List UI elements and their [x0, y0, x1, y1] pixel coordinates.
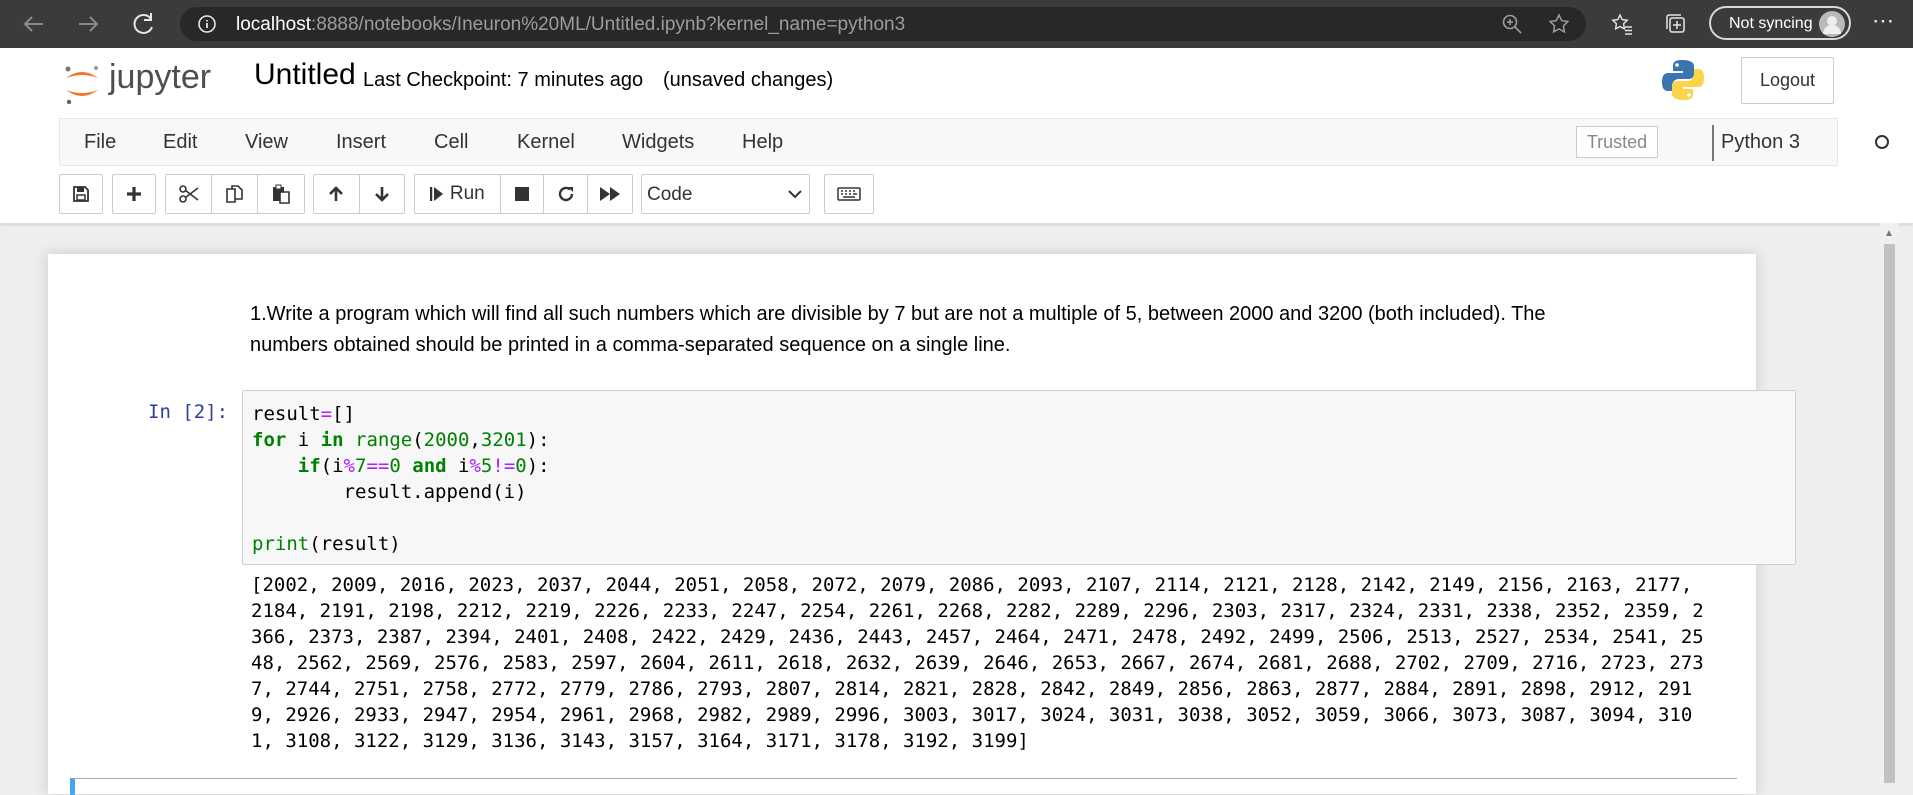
code-line: result.append(i)	[252, 481, 527, 503]
kernel-idle-icon	[1875, 135, 1889, 149]
menu-insert[interactable]: Insert	[336, 131, 386, 154]
arrow-down-icon	[374, 187, 389, 202]
sync-status-label: Not syncing	[1729, 15, 1813, 32]
refresh-button[interactable]	[126, 6, 162, 42]
kernel-name[interactable]: Python 3	[1721, 131, 1800, 154]
avatar-icon	[1819, 11, 1845, 37]
code-cell-editor[interactable]: result=[] for i in range(2000,3201): if(…	[242, 390, 1796, 565]
scroll-up-icon[interactable]: ▲	[1884, 228, 1894, 239]
code-line: result=[]	[252, 403, 355, 425]
code-line: for i in range(2000,3201):	[252, 429, 550, 451]
input-prompt: In [2]:	[148, 401, 229, 423]
address-bar[interactable]: localhost:8888/notebooks/Ineuron%20ML/Un…	[180, 7, 1586, 41]
restart-run-all-button[interactable]	[588, 175, 632, 213]
back-button[interactable]	[16, 6, 52, 42]
favorites-icon[interactable]	[1610, 12, 1634, 36]
cut-button[interactable]	[166, 175, 212, 213]
more-menu-icon[interactable]: ⋯	[1872, 8, 1895, 34]
logout-button[interactable]: Logout	[1741, 57, 1834, 104]
restart-button[interactable]	[544, 175, 589, 213]
menu-cell[interactable]: Cell	[434, 131, 468, 154]
menu-widgets[interactable]: Widgets	[622, 131, 694, 154]
refresh-icon	[133, 13, 153, 34]
kernel-divider	[1712, 125, 1714, 161]
markdown-cell[interactable]: 1.Write a program which will find all su…	[250, 299, 1620, 361]
keyboard-icon	[837, 187, 861, 201]
star-icon[interactable]	[1547, 12, 1571, 36]
move-down-button[interactable]	[360, 175, 405, 213]
fast-forward-icon	[600, 187, 621, 201]
next-cell-selected[interactable]	[70, 778, 1737, 795]
python-logo-icon	[1661, 58, 1705, 107]
stop-icon	[515, 187, 529, 201]
interrupt-button[interactable]	[501, 175, 545, 213]
cell-type-value: Code	[647, 184, 693, 205]
jupyter-wordmark: jupyter	[109, 58, 212, 96]
autosave-status: (unsaved changes)	[663, 69, 834, 91]
save-button[interactable]	[60, 175, 102, 213]
notebook-container: 1.Write a program which will find all su…	[48, 254, 1796, 795]
scissors-icon	[178, 185, 198, 203]
menu-help[interactable]: Help	[742, 131, 783, 154]
info-icon	[198, 15, 216, 33]
move-up-button[interactable]	[314, 175, 360, 213]
toolbar-group-shortcuts	[824, 174, 874, 214]
menu-edit[interactable]: Edit	[163, 131, 197, 154]
output-line: 9, 2926, 2933, 2947, 2954, 2961, 2968, 2…	[251, 704, 1693, 726]
step-forward-icon	[429, 187, 443, 201]
output-line: 48, 2562, 2569, 2576, 2583, 2597, 2604, …	[251, 652, 1704, 674]
url-text[interactable]: localhost:8888/notebooks/Ineuron%20ML/Un…	[236, 14, 905, 36]
output-line: 1, 3108, 3122, 3129, 3136, 3143, 3157, 3…	[251, 730, 1029, 752]
scrollbar-thumb[interactable]	[1884, 244, 1895, 783]
menubar: File Edit View Insert Cell Kernel Widget…	[59, 118, 1889, 166]
save-icon	[73, 186, 89, 202]
arrow-left-icon	[23, 16, 43, 32]
output-line: 2184, 2191, 2198, 2212, 2219, 2226, 2233…	[251, 600, 1704, 622]
toolbar-group-insert	[112, 174, 156, 214]
menu-view[interactable]: View	[245, 131, 288, 154]
notebook-name[interactable]: Untitled	[254, 58, 356, 92]
trusted-indicator[interactable]: Trusted	[1576, 126, 1658, 158]
copy-icon	[225, 185, 243, 203]
jupyter-logo-icon	[65, 66, 98, 105]
collections-icon[interactable]	[1664, 12, 1688, 36]
copy-button[interactable]	[212, 175, 258, 213]
cell-type-select[interactable]: Code	[641, 174, 810, 214]
insert-cell-button[interactable]	[113, 175, 155, 213]
forward-button[interactable]	[70, 6, 106, 42]
chevron-down-icon	[788, 190, 802, 199]
cell-output: [2002, 2009, 2016, 2023, 2037, 2044, 205…	[251, 572, 1796, 754]
output-line: [2002, 2009, 2016, 2023, 2037, 2044, 205…	[251, 574, 1693, 596]
arrow-right-icon	[79, 16, 99, 32]
toolbar-group-save	[59, 174, 103, 214]
output-line: 366, 2373, 2387, 2394, 2401, 2408, 2422,…	[251, 626, 1704, 648]
plus-icon	[127, 187, 141, 201]
output-line: 7, 2744, 2751, 2758, 2772, 2779, 2786, 2…	[251, 678, 1693, 700]
code-source[interactable]: result=[] for i in range(2000,3201): if(…	[252, 401, 550, 557]
checkpoint-status: Last Checkpoint: 7 minutes ago	[363, 69, 644, 91]
url-path: :8888/notebooks/Ineuron%20ML/Untitled.ip…	[311, 14, 906, 35]
jupyter-header: jupyter Untitled Last Checkpoint: 7 minu…	[0, 48, 1913, 224]
paste-button[interactable]	[258, 175, 304, 213]
run-button[interactable]: Run	[415, 175, 501, 213]
profile-sync-button[interactable]: Not syncing	[1709, 6, 1851, 40]
toolbar-group-clipboard	[165, 174, 305, 214]
menu-kernel[interactable]: Kernel	[517, 131, 575, 154]
run-label: Run	[449, 183, 485, 204]
zoom-icon[interactable]	[1500, 12, 1524, 36]
restart-icon	[558, 186, 573, 202]
menu-file[interactable]: File	[84, 131, 116, 154]
url-host: localhost	[236, 14, 311, 35]
arrow-up-icon	[329, 186, 344, 201]
toolbar-group-move	[313, 174, 405, 214]
browser-toolbar: localhost:8888/notebooks/Ineuron%20ML/Un…	[0, 0, 1913, 48]
code-line: print(result)	[252, 533, 401, 555]
toolbar-group-run: Run	[414, 174, 633, 214]
command-palette-button[interactable]	[825, 175, 873, 213]
paste-icon	[273, 184, 290, 204]
code-line: if(i%7==0 and i%5!=0):	[297, 455, 550, 477]
